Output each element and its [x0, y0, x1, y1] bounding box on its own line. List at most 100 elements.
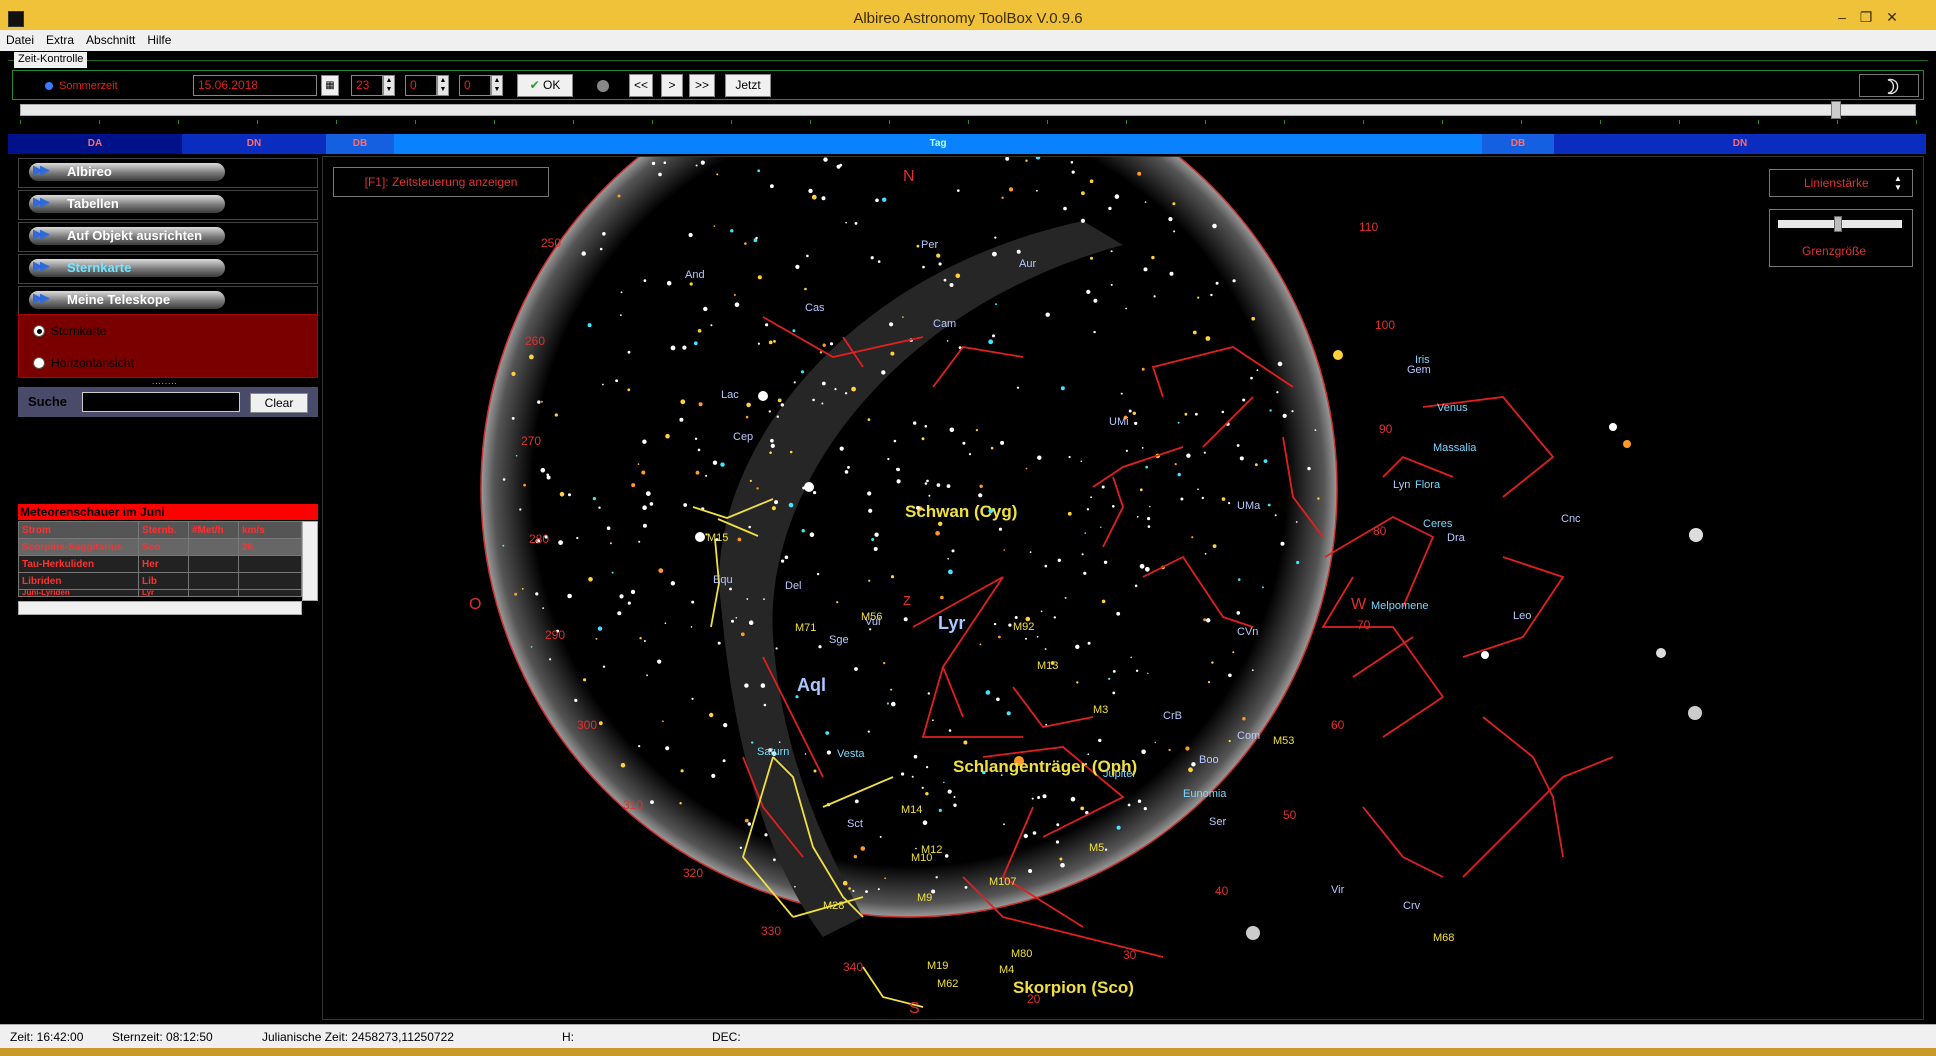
search-input[interactable] [82, 392, 240, 412]
calendar-icon[interactable]: ▦ [321, 75, 339, 96]
star [1276, 391, 1279, 394]
star [778, 741, 781, 743]
constellation-name: Aql [797, 675, 826, 695]
nav-label: Albireo [67, 164, 112, 179]
menu-datei[interactable]: Datei [0, 30, 40, 50]
star [844, 470, 849, 474]
minimize-icon[interactable]: ‒ [1830, 6, 1854, 28]
star [768, 410, 771, 413]
star [657, 659, 662, 664]
star [1204, 552, 1207, 555]
star [1045, 312, 1050, 317]
table-row[interactable]: Libriden Lib [18, 572, 302, 590]
star [867, 491, 872, 496]
star [1110, 283, 1113, 286]
column-header[interactable]: Sternb. [138, 521, 189, 539]
time-slider[interactable] [20, 104, 1916, 116]
sky-chart[interactable]: 2030405060708090100110120130140150160200… [323, 157, 1925, 1021]
phase-da: DA [8, 134, 182, 154]
ok-button[interactable]: ✔ OK [517, 74, 573, 97]
star [540, 400, 543, 403]
maximize-icon[interactable]: ❐ [1854, 6, 1878, 28]
hour-field[interactable]: 23 [351, 75, 383, 96]
compass-east: O [469, 596, 481, 613]
star [968, 453, 972, 456]
minute-field[interactable]: 0 [405, 75, 437, 96]
minute-stepper[interactable]: ▲ ▼ [437, 75, 449, 96]
slider-tick [1679, 120, 1680, 124]
nav-meine-teleskope[interactable]: ▶▶ Meine Teleskope [18, 286, 318, 316]
star [811, 194, 817, 200]
star [559, 491, 565, 497]
now-button[interactable]: Jetzt [725, 74, 771, 97]
time-slider-thumb[interactable] [1830, 101, 1841, 119]
radio-sternkarte[interactable] [33, 325, 45, 337]
clear-button[interactable]: Clear [250, 393, 308, 413]
star [1025, 467, 1028, 470]
star [1197, 296, 1200, 299]
star [529, 354, 534, 360]
star [1232, 651, 1235, 654]
nav-sternkarte[interactable]: ▶▶ Sternkarte [18, 254, 318, 284]
star [511, 417, 515, 420]
star [948, 729, 952, 732]
star [651, 161, 656, 166]
star [737, 537, 742, 542]
meteor-table-scrollbar[interactable] [302, 521, 318, 601]
menu-hilfe[interactable]: Hilfe [141, 30, 177, 50]
star [576, 536, 579, 540]
star [818, 645, 822, 649]
fast-forward-button[interactable]: >> [689, 74, 715, 97]
star [666, 280, 672, 286]
star [663, 161, 667, 164]
star [913, 421, 917, 425]
star [962, 441, 966, 445]
star [1261, 586, 1264, 589]
radio-horizontansicht[interactable] [33, 357, 45, 369]
sky-map[interactable]: [F1]: Zeitsteuerung anzeigen Linienstärk… [322, 156, 1924, 1020]
table-row[interactable]: Scorpius-Saggitarius Sco 26 [18, 538, 302, 556]
table-row[interactable]: Tau-Herkuliden Her [18, 555, 302, 573]
radio-sternkarte-label: Sternkarte [51, 324, 107, 338]
messier-label: M9 [917, 892, 932, 904]
constellation-name: Lyr [938, 613, 965, 633]
star [693, 341, 698, 346]
meteor-table-hscrollbar[interactable] [18, 601, 302, 615]
star [1201, 496, 1204, 500]
column-header[interactable]: #Met/h [188, 521, 239, 539]
star [770, 438, 774, 443]
splitter-grip[interactable]: ........ [152, 377, 178, 386]
menu-abschnitt[interactable]: Abschnitt [80, 30, 141, 50]
nav-auf-objekt-ausrichten[interactable]: ▶▶ Auf Objekt ausrichten [18, 222, 318, 252]
menu-extra[interactable]: Extra [40, 30, 80, 50]
table-row[interactable]: Juni-Lyriden Lyr [18, 589, 302, 597]
star [1089, 179, 1094, 183]
star [1139, 488, 1143, 492]
star [643, 279, 647, 282]
second-field[interactable]: 0 [459, 75, 491, 96]
star [800, 370, 805, 374]
second-stepper[interactable]: ▲ ▼ [491, 75, 503, 96]
zenith-marker: Z [903, 593, 911, 608]
azimuth-label: 110 [1359, 220, 1378, 234]
star [598, 721, 603, 726]
star [1153, 295, 1156, 298]
star [658, 568, 664, 573]
column-header[interactable]: km/s [238, 521, 302, 539]
close-icon[interactable]: ✕ [1880, 6, 1904, 28]
star [748, 525, 751, 529]
column-header[interactable]: Strom [18, 521, 139, 539]
star [979, 484, 983, 488]
star [993, 622, 997, 626]
hour-stepper[interactable]: ▲ ▼ [383, 75, 395, 96]
step-forward-button[interactable]: > [661, 74, 683, 97]
star [1195, 412, 1198, 416]
star [916, 244, 920, 248]
slider-tick [1363, 120, 1364, 124]
nav-albireo[interactable]: ▶▶ Albireo [18, 158, 318, 188]
star [645, 491, 651, 496]
step-back-button[interactable]: << [629, 74, 653, 97]
nav-tabellen[interactable]: ▶▶ Tabellen [18, 190, 318, 220]
date-field[interactable]: 15.06.2018 [193, 75, 317, 96]
star [744, 683, 749, 688]
